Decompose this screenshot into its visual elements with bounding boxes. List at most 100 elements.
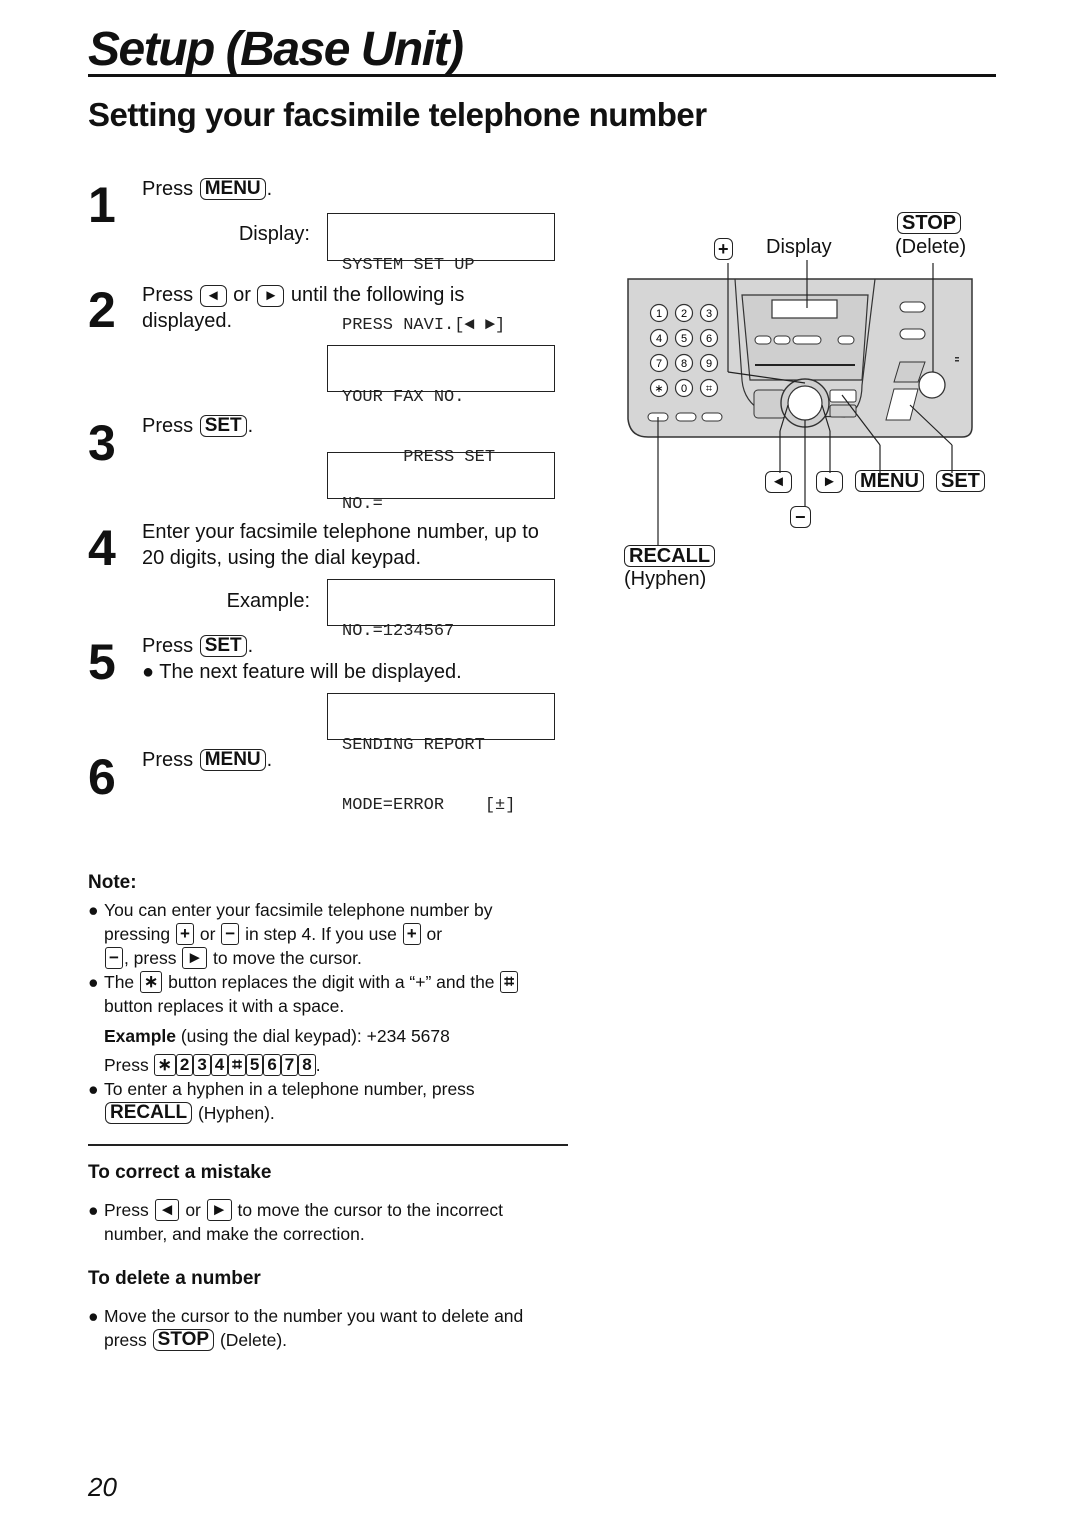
keypad-label: 0 (681, 383, 687, 395)
example-text: (using the dial keypad): +234 5678 (180, 1026, 450, 1046)
note-text: or (426, 924, 443, 944)
display-label: Display: (238, 223, 310, 245)
bullet-dot: ● (88, 1306, 99, 1326)
press-label: Press (142, 178, 194, 200)
fax-control-panel-diagram: 1 2 3 4 5 6 7 8 9 ∗ 0 ⌗ (600, 205, 1000, 595)
note-text: The (104, 972, 135, 992)
keypad-label: 4 (656, 333, 662, 345)
correct-mistake-heading: To correct a mistake (88, 1162, 272, 1183)
press-label: Press (104, 1055, 149, 1075)
header-rule (88, 74, 996, 77)
stop-key: STOP (152, 1329, 215, 1351)
lcd-display: SENDING REPORT MODE=ERROR [±] (327, 693, 555, 815)
note-text: button replaces it with a space. (104, 996, 345, 1016)
plus-key: + (176, 923, 194, 945)
minus-key: − (221, 923, 240, 945)
press-label: Press (104, 1200, 149, 1220)
right-arrow-key-label: ► (816, 471, 843, 493)
right-arrow-key: ► (206, 1199, 232, 1221)
step-bullet-text: The next feature will be displayed. (159, 661, 462, 683)
plus-key-label: + (714, 238, 733, 260)
press-label: Press (142, 749, 194, 771)
note-bullet: ● The ∗ button replaces the digit with a… (88, 970, 568, 1018)
keypad-label: 7 (656, 358, 662, 370)
lcd-line: SENDING REPORT (342, 736, 485, 755)
bullet-dot: ● (88, 900, 99, 920)
keypad-label: ⌗ (706, 383, 712, 395)
stop-key-label: STOP (897, 212, 962, 234)
period: . (247, 635, 254, 657)
step-text: 20 digits, using the dial keypad. (142, 547, 422, 569)
note-text: button replaces the digit with a “+” and… (168, 972, 495, 992)
step-1-text: Press MENU. (142, 176, 272, 202)
note-text: in step 4. If you use (245, 924, 397, 944)
step-number: 2 (88, 282, 116, 338)
left-arrow-key: ◄ (199, 285, 227, 307)
minus-key-label: − (790, 506, 811, 528)
dial-key: 4 (210, 1054, 229, 1076)
note-text: Move the cursor to the number you want t… (104, 1306, 524, 1326)
note-example: Example (using the dial keypad): +234 56… (88, 1024, 568, 1082)
section-title: Setting your facsimile telephone number (88, 96, 707, 133)
note-text: To enter a hyphen in a telephone number,… (104, 1079, 475, 1099)
minus-key: − (105, 947, 123, 969)
press-label: press (104, 1330, 147, 1350)
keypad-label: 9 (706, 358, 712, 370)
stop-caption: (Delete) (895, 236, 967, 258)
lcd-line: MODE=ERROR [±] (342, 796, 516, 815)
correct-bullet: ● Press ◄ or ► to move the cursor to the… (88, 1198, 568, 1246)
note-bullet: ● You can enter your facsimile telephone… (88, 898, 568, 970)
bullet-dot: ● (88, 1079, 99, 1099)
dial-key: 6 (263, 1054, 281, 1076)
lcd-display: YOUR FAX NO. PRESS SET (327, 345, 555, 467)
recall-key-label: RECALL (624, 545, 716, 567)
step-number: 1 (88, 177, 116, 233)
keypad-label: 1 (656, 308, 662, 320)
dial-key: 3 (193, 1054, 211, 1076)
period: . (266, 749, 273, 771)
page-number: 20 (88, 1472, 117, 1502)
note-text: or (199, 924, 216, 944)
control-panel-illustration: 1 2 3 4 5 6 7 8 9 ∗ 0 ⌗ (627, 260, 973, 545)
bullet-dot: ● (88, 972, 99, 992)
set-key: SET (199, 635, 247, 657)
press-label: Press (142, 284, 194, 306)
step-text: displayed. (142, 310, 233, 332)
step-3-text: Press SET. (142, 413, 253, 439)
dial-key: 5 (245, 1054, 264, 1076)
display-callout: Display (766, 236, 832, 258)
example-label: Example (104, 1026, 176, 1046)
lcd-line: NO.= (342, 495, 383, 514)
step-2-text: Press ◄ or ► until the following is disp… (142, 282, 464, 334)
keypad-label: ∗ (654, 383, 663, 395)
note-title: Note: (88, 872, 137, 893)
period: . (247, 415, 254, 437)
dial-key: 7 (280, 1054, 299, 1076)
step-number: 6 (88, 749, 116, 805)
dial-key: 8 (298, 1054, 316, 1076)
note-text: , press (123, 948, 177, 968)
press-label: Press (142, 635, 194, 657)
lcd-display: NO.= (327, 452, 555, 514)
note-text: number, and make the correction. (104, 1224, 365, 1244)
lcd-line: SYSTEM SET UP (342, 256, 475, 275)
menu-key-label: MENU (855, 470, 924, 492)
lcd-line: YOUR FAX NO. (342, 388, 465, 407)
dial-key: 2 (175, 1054, 194, 1076)
menu-key: MENU (199, 749, 266, 771)
note-text: to move the cursor. (213, 948, 362, 968)
left-arrow-key-label: ◄ (765, 471, 792, 493)
note-text: to move the cursor to the incorrect (237, 1200, 503, 1220)
delete-number-heading: To delete a number (88, 1268, 261, 1289)
lcd-display: SYSTEM SET UP PRESS NAVI.[◄ ►] (327, 213, 555, 335)
or-label: or (233, 284, 251, 306)
set-key: SET (199, 415, 247, 437)
plus-key: + (402, 923, 421, 945)
recall-key: RECALL (105, 1102, 193, 1124)
step-text: until the following is (290, 284, 465, 306)
bullet-dot: ● (88, 1200, 99, 1220)
period: . (315, 1055, 321, 1075)
keypad-label: 5 (681, 333, 687, 345)
bullet-dot: ● (142, 661, 155, 683)
note-text: (Hyphen). (197, 1103, 275, 1123)
